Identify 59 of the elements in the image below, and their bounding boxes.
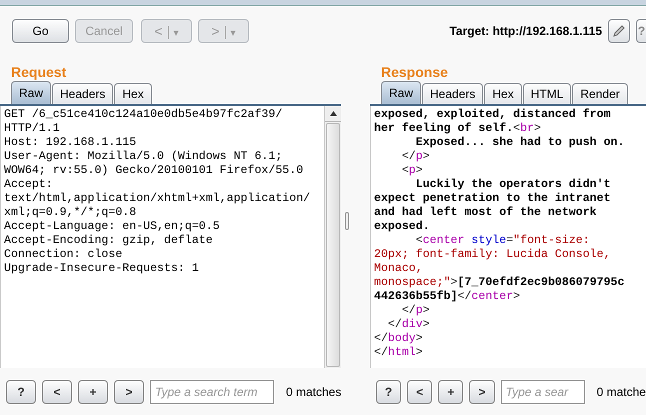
help-button[interactable]: ? — [376, 380, 402, 404]
tab[interactable]: Hex — [484, 83, 522, 104]
toolbar-button[interactable]: Go — [12, 19, 69, 43]
tab[interactable]: Headers — [422, 83, 484, 104]
request-heading: Request — [10, 63, 68, 82]
tab[interactable]: Render — [572, 83, 628, 104]
code-line: exposed, exploited, distanced from — [374, 108, 612, 122]
request-line: xml;q=0.9,*/*;q=0.8 — [4, 206, 138, 220]
tab[interactable]: HTML — [522, 83, 572, 104]
search-field[interactable]: Type a search term — [150, 380, 274, 404]
code-line: 442636b55fb]</center> — [374, 290, 522, 304]
request-line: WOW64; rv:55.0) Gecko/20100101 Firefox/55.0 — [4, 164, 304, 178]
match-count: 0 matches — [286, 384, 342, 400]
tab[interactable]: Raw — [381, 81, 422, 104]
response-heading: Response — [380, 63, 449, 82]
tab[interactable]: Hex — [114, 83, 152, 104]
request-line: Accept: — [4, 178, 54, 192]
up-arrow-icon — [330, 111, 337, 116]
request-line: text/html,application/xhtml+xml,application/ — [4, 192, 312, 206]
code-line: and had left most of the network — [374, 206, 598, 220]
target-label: Target: http://192.168.1.115 — [449, 23, 602, 40]
tab[interactable]: Raw — [11, 81, 52, 104]
code-line: </p> — [400, 304, 431, 318]
code-line: </p> — [400, 150, 431, 164]
previous-button[interactable]: < — [407, 380, 432, 404]
add-button[interactable]: + — [438, 380, 464, 404]
pencil-icon — [612, 24, 626, 38]
code-line: her feeling of self.<br> — [374, 122, 542, 136]
help-button[interactable]: ? — [6, 380, 36, 404]
next-button[interactable]: > — [469, 380, 495, 404]
code-line: 20px; font-family: Lucida Console, — [374, 248, 612, 262]
next-button[interactable]: > — [114, 380, 144, 404]
code-line: </html> — [374, 346, 424, 360]
code-line: exposed. — [374, 220, 431, 234]
request-line: Host: 192.168.1.115 — [4, 136, 138, 150]
request-line: GET /6_c51ce410c124a10e0db5e4b97fc2af39/ — [4, 108, 284, 122]
code-line: monospace;">[7_70efdf2ec9b086079795c — [374, 276, 626, 290]
code-line: expect penetration to the intranet — [374, 192, 612, 206]
request-line: Accept-Encoding: gzip, deflate — [4, 234, 214, 248]
code-line: Exposed... she had to push on. — [415, 136, 626, 150]
code-line: Monaco, — [374, 262, 424, 276]
request-line: Upgrade-Insecure-Requests: 1 — [4, 262, 200, 276]
request-line: User-Agent: Mozilla/5.0 (Windows NT 6.1; — [4, 150, 284, 164]
request-line: HTTP/1.1 — [4, 122, 61, 136]
previous-button[interactable]: < — [42, 380, 72, 404]
code-line: </div> — [386, 318, 431, 332]
code-line: </body> — [374, 332, 424, 346]
match-count: 0 matche — [596, 384, 646, 400]
code-line: Luckily the operators didn't — [414, 178, 612, 192]
tab[interactable]: Headers — [52, 83, 114, 104]
edit-button[interactable] — [608, 19, 630, 43]
request-line: Accept-Language: en-US,en;q=0.5 — [4, 220, 221, 234]
splitter-handle[interactable] — [344, 212, 349, 230]
code-line: <p> — [400, 164, 424, 178]
request-line: Connection: close — [4, 248, 124, 262]
add-button[interactable]: + — [78, 380, 108, 404]
scrollbar[interactable] — [324, 106, 342, 368]
search-field[interactable]: Type a sear — [500, 380, 585, 404]
code-line: <center style="font-size: — [414, 234, 591, 248]
